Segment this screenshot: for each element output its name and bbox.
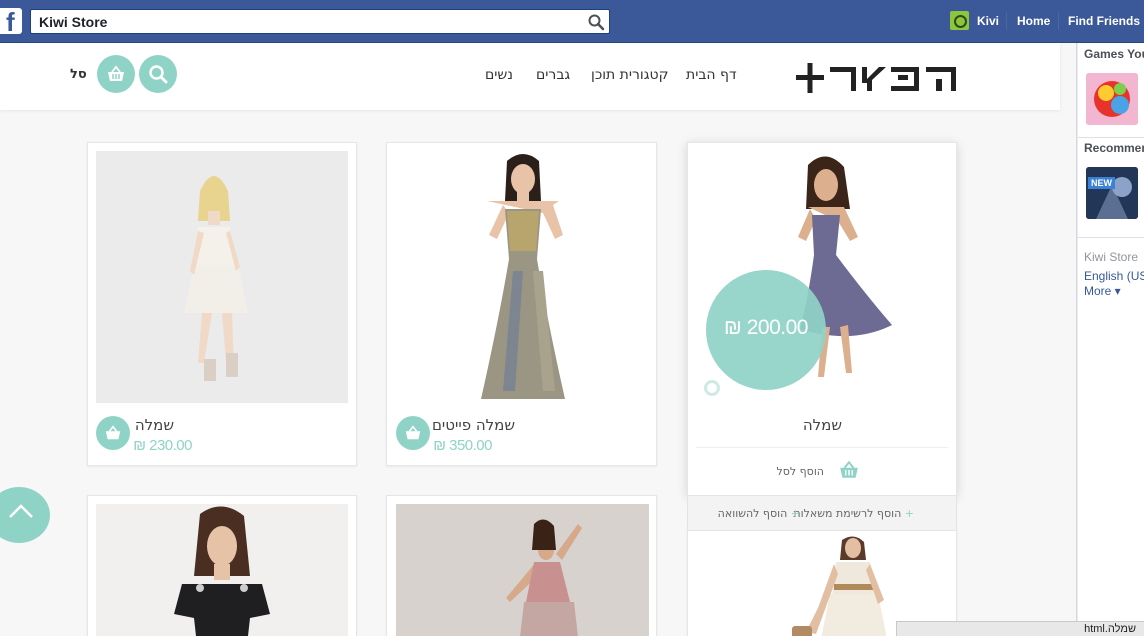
add-to-cart-link[interactable]: הוסף לסל: [777, 465, 825, 478]
add-to-cart-button[interactable]: [96, 416, 130, 450]
product-price: 230.00 ₪: [133, 437, 192, 454]
pink-dress-photo: [396, 504, 649, 636]
product-name[interactable]: שמלה פייטים: [432, 416, 515, 434]
add-to-compare-link[interactable]: + הוסף להשוואה: [718, 507, 800, 520]
nav-women[interactable]: נשים: [485, 67, 513, 83]
app-canvas: דף הבית קטגורית תוכן גברים נשים סל שמלה …: [0, 43, 1077, 636]
facebook-top-bar: f Kiwi Store Kivi Home Find Friends: [0, 0, 1144, 43]
nav-home[interactable]: דף הבית: [686, 67, 737, 83]
product-card[interactable]: [87, 495, 357, 636]
nav-divider: [1006, 12, 1007, 30]
product-image[interactable]: [96, 504, 348, 636]
facebook-right-sidebar: Games You Recommen NEW Kiwi Store Englis…: [1078, 43, 1144, 636]
add-to-wishlist-link[interactable]: + הוסף לרשימת משאלות: [793, 507, 914, 520]
chevron-up-icon: [9, 504, 33, 518]
product-card[interactable]: [386, 495, 657, 636]
site-header: דף הבית קטגורית תוכן גברים נשים סל: [0, 43, 1060, 110]
product-image[interactable]: [396, 504, 649, 636]
search-input-value[interactable]: Kiwi Store: [39, 14, 107, 30]
black-dress-photo: [96, 504, 348, 636]
site-logo[interactable]: [796, 61, 971, 95]
product-card[interactable]: [687, 525, 957, 636]
new-badge: NEW: [1088, 177, 1115, 189]
product-extra-actions: + הוסף לרשימת משאלות + הוסף להשוואה: [687, 495, 957, 531]
sidebar-divider: [1078, 137, 1144, 138]
search-icon: [149, 65, 168, 84]
product-card[interactable]: שמלה פייטים 350.00 ₪: [386, 142, 657, 466]
add-to-cart-icon-button[interactable]: [836, 457, 864, 485]
product-card[interactable]: שמלה 230.00 ₪: [87, 142, 357, 466]
scroll-to-top-button[interactable]: [0, 487, 50, 543]
basket-icon: [405, 425, 421, 440]
cart-button[interactable]: [97, 55, 135, 93]
product-name[interactable]: שמלה: [135, 416, 174, 434]
search-icon[interactable]: [587, 13, 605, 31]
basket-icon: [105, 425, 121, 440]
more-link[interactable]: More ▾: [1084, 284, 1121, 298]
card-divider: [696, 447, 948, 448]
nav-men[interactable]: גברים: [536, 67, 570, 83]
app-thumbnail[interactable]: NEW: [1086, 167, 1138, 219]
product-price: 200.00 ₪: [724, 316, 808, 339]
nav-content-category[interactable]: קטגורית תוכן: [591, 67, 669, 83]
user-avatar[interactable]: [950, 11, 969, 30]
product-name[interactable]: שמלה: [803, 416, 842, 434]
facebook-logo-icon[interactable]: f: [0, 8, 22, 36]
sidebar-section-title: Recommen: [1084, 141, 1144, 155]
browser-status-bar: שמלה.html: [896, 621, 1144, 636]
game-thumbnail[interactable]: [1086, 73, 1138, 125]
product-image[interactable]: [443, 151, 603, 403]
app-link[interactable]: Kiwi Store: [1084, 250, 1138, 264]
language-link[interactable]: English (US: [1084, 269, 1144, 283]
find-friends-link[interactable]: Find Friends: [1068, 14, 1140, 28]
search-input[interactable]: Kiwi Store: [30, 9, 610, 34]
user-profile-link[interactable]: Kivi: [977, 14, 999, 28]
dress-photo: [96, 151, 348, 403]
home-link[interactable]: Home: [1017, 14, 1050, 28]
site-search-button[interactable]: [139, 55, 177, 93]
add-to-cart-button[interactable]: [396, 416, 430, 450]
product-price: 350.00 ₪: [433, 437, 492, 454]
basket-icon: [840, 460, 858, 478]
basket-icon: [108, 65, 124, 81]
sidebar-section-title: Games You: [1084, 47, 1144, 61]
candy-game-icon: [1086, 73, 1138, 125]
status-url: שמלה.html: [1084, 623, 1136, 635]
nav-divider: [1058, 12, 1059, 30]
price-bubble: 200.00 ₪: [706, 270, 826, 390]
cart-label[interactable]: סל: [70, 67, 87, 82]
product-image[interactable]: [96, 151, 348, 403]
sequin-dress-photo: [443, 151, 603, 403]
loading-spinner-icon: [704, 380, 720, 396]
sidebar-divider: [1078, 237, 1144, 238]
game-thumbnail-icon: [1086, 167, 1138, 219]
